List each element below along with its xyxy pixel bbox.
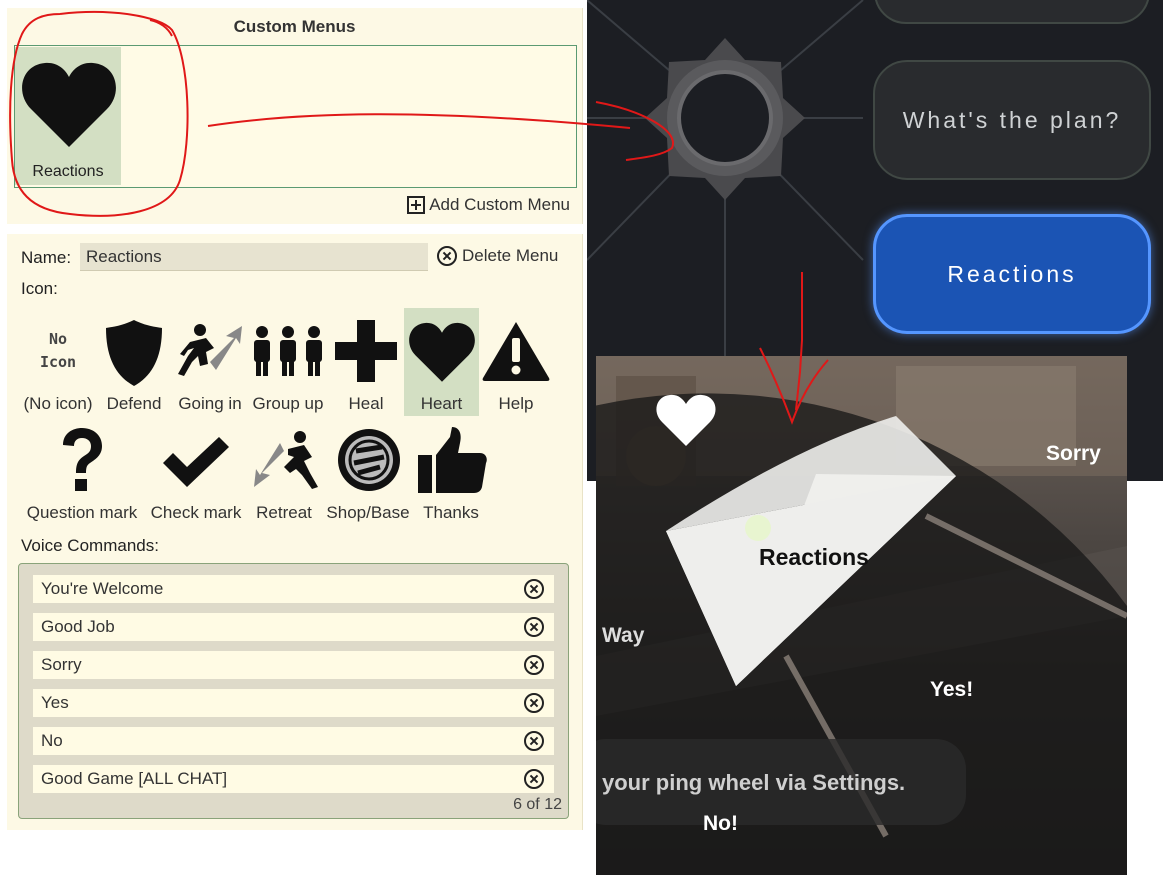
menu-item-whats-the-plan[interactable]: What's the plan?	[873, 60, 1151, 180]
retreat-icon	[254, 431, 318, 489]
no-icon: No Icon	[39, 330, 77, 371]
voice-command-row[interactable]: No	[33, 727, 554, 755]
name-label: Name:	[21, 248, 72, 267]
voice-command-text: You're Welcome	[41, 579, 164, 598]
voice-command-row[interactable]: Good Job	[33, 613, 554, 641]
voice-command-row[interactable]: You're Welcome	[33, 575, 554, 603]
ping-center-label: Reactions	[759, 544, 869, 570]
icon-option-thanks[interactable]: Thanks	[414, 421, 488, 525]
voice-command-count: 6 of 12	[513, 796, 562, 813]
icon-option-label: Thanks	[423, 503, 479, 522]
voice-command-text: No	[41, 731, 63, 750]
voice-command-text: Good Job	[41, 617, 115, 636]
icon-label: Icon:	[21, 279, 58, 298]
remove-icon[interactable]	[524, 655, 544, 675]
voice-command-row[interactable]: Sorry	[33, 651, 554, 679]
plus-box-icon	[407, 196, 426, 214]
custom-menus-card: Custom Menus Reactions Add Custom Menu	[7, 8, 583, 224]
voice-command-row[interactable]: Yes	[33, 689, 554, 717]
heart-icon	[409, 322, 475, 382]
ping-hint-text: your ping wheel via Settings.	[602, 770, 906, 795]
settings-panel: Custom Menus Reactions Add Custom Menu N…	[0, 0, 583, 830]
menu-tile-reactions[interactable]: Reactions	[15, 47, 121, 185]
delete-menu-label: Delete Menu	[462, 246, 559, 265]
menu-item-top[interactable]	[874, 0, 1150, 24]
menu-name-input[interactable]	[80, 243, 428, 271]
custom-menus-title: Custom Menus	[233, 17, 356, 36]
icon-option-question-mark[interactable]: Question mark	[27, 421, 137, 525]
shield-icon	[106, 320, 162, 386]
remove-icon[interactable]	[524, 731, 544, 751]
voice-command-text: Good Game [ALL CHAT]	[41, 769, 228, 788]
menu-item-reactions[interactable]: Reactions	[873, 214, 1151, 334]
plus-icon	[335, 320, 397, 382]
shop-icon	[338, 429, 400, 491]
ping-wheel-graphic	[596, 356, 1127, 875]
warning-icon	[482, 322, 550, 381]
ping-label-yes: Yes!	[930, 678, 974, 701]
delete-menu-button[interactable]: Delete Menu	[437, 246, 558, 266]
ping-label-sorry: Sorry	[1046, 442, 1101, 465]
ping-wheel-screenshot: Reactions Sorry Way Yes! No! your ping w…	[596, 356, 1127, 875]
custom-menus-list: Reactions	[14, 45, 577, 188]
add-custom-menu-button[interactable]: Add Custom Menu	[407, 195, 570, 215]
question-icon	[63, 428, 102, 491]
voice-command-row[interactable]: Good Game [ALL CHAT]	[33, 765, 554, 793]
icon-option-retreat[interactable]: Retreat	[248, 421, 320, 525]
icon-option-label: Help	[498, 394, 534, 413]
ping-label-no: No!	[703, 812, 738, 835]
remove-icon[interactable]	[524, 617, 544, 637]
voice-command-text: Sorry	[41, 655, 82, 674]
add-custom-menu-label: Add Custom Menu	[429, 195, 570, 214]
icon-option-check-mark[interactable]: Check mark	[151, 421, 241, 525]
remove-icon[interactable]	[524, 579, 544, 599]
voice-commands-label: Voice Commands:	[21, 536, 159, 555]
check-icon	[163, 437, 229, 487]
menu-tile-label: Reactions	[32, 163, 104, 180]
menu-editor-card: Name: Delete Menu Icon: No Icon (No icon…	[7, 234, 583, 830]
ping-label-way: Way	[602, 624, 645, 647]
group-icon	[254, 326, 322, 376]
heart-icon	[22, 62, 116, 147]
voice-command-text: Yes	[41, 693, 69, 712]
running-arrow-icon	[178, 324, 242, 376]
remove-icon[interactable]	[524, 693, 544, 713]
close-circle-icon	[437, 246, 457, 266]
voice-commands-list: You're Welcome Good Job Sorry Yes No Goo…	[18, 563, 569, 819]
remove-icon[interactable]	[524, 769, 544, 789]
icon-option-help[interactable]: Help	[481, 308, 551, 416]
thumbs-up-icon	[418, 427, 487, 493]
